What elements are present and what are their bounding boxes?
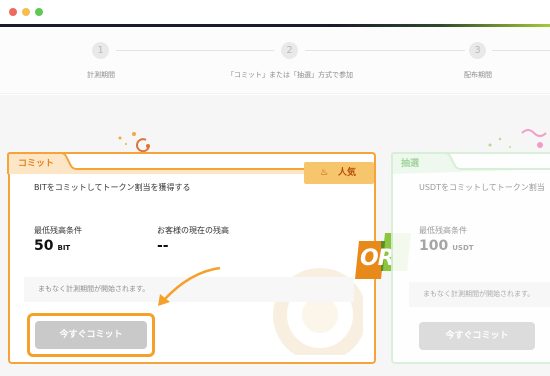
maximize-window-button[interactable]	[35, 8, 43, 16]
step-3-label: 配布期間	[464, 71, 492, 79]
step-connector	[492, 50, 550, 51]
coin-watermark-icon	[273, 268, 363, 355]
lottery-commit-now-button[interactable]: 今すぐコミット	[419, 322, 535, 350]
window-titlebar	[0, 0, 550, 26]
progress-steps: 1 2 3 計測期間 「コミット」または「抽選」方式で参加 配布期間	[0, 28, 550, 94]
step-connector	[305, 50, 465, 51]
commit-description: BITをコミットしてトークン割当を獲得する	[34, 183, 191, 192]
arrow-pointer-icon	[158, 266, 221, 306]
lottery-notice: まもなく計測期間が開始されます。	[409, 282, 550, 307]
lottery-min-balance-value: 100 USDT	[419, 238, 474, 254]
current-balance-label: お客様の現在の残高	[157, 226, 229, 235]
lottery-min-balance-label: 最低残高条件	[419, 226, 467, 235]
or-label: OR	[360, 246, 395, 271]
min-balance-label: 最低残高条件	[34, 226, 82, 235]
popular-badge-label: 人気	[338, 168, 357, 178]
lottery-min-balance-number: 100	[419, 238, 449, 254]
step-connector	[116, 50, 274, 51]
min-balance-unit: BIT	[57, 244, 71, 252]
step-3-number: 3	[469, 42, 486, 59]
step-2-label: 「コミット」または「抽選」方式で参加	[227, 71, 353, 79]
flame-icon: ♨	[320, 168, 329, 178]
min-balance-number: 50	[34, 238, 54, 254]
step-2-number: 2	[281, 42, 298, 59]
current-balance-value: --	[157, 238, 169, 254]
header-gradient-bar	[0, 24, 550, 27]
lottery-card-title: 抽選	[401, 159, 420, 169]
commit-now-button[interactable]: 今すぐコミット	[35, 321, 147, 349]
step-1-number: 1	[92, 42, 109, 59]
popular-badge: ♨ 人気	[304, 162, 374, 184]
minimize-window-button[interactable]	[22, 8, 30, 16]
lottery-description: USDTをコミットしてトークン割当	[419, 183, 545, 192]
min-balance-value: 50 BIT	[34, 238, 70, 254]
commit-card-title: コミット	[18, 159, 55, 169]
app-window: 1 2 3 計測期間 「コミット」または「抽選」方式で参加 配布期間 コミット …	[0, 0, 550, 376]
lottery-min-balance-unit: USDT	[452, 244, 474, 252]
step-1-label: 計測期間	[87, 71, 115, 79]
close-window-button[interactable]	[9, 8, 17, 16]
